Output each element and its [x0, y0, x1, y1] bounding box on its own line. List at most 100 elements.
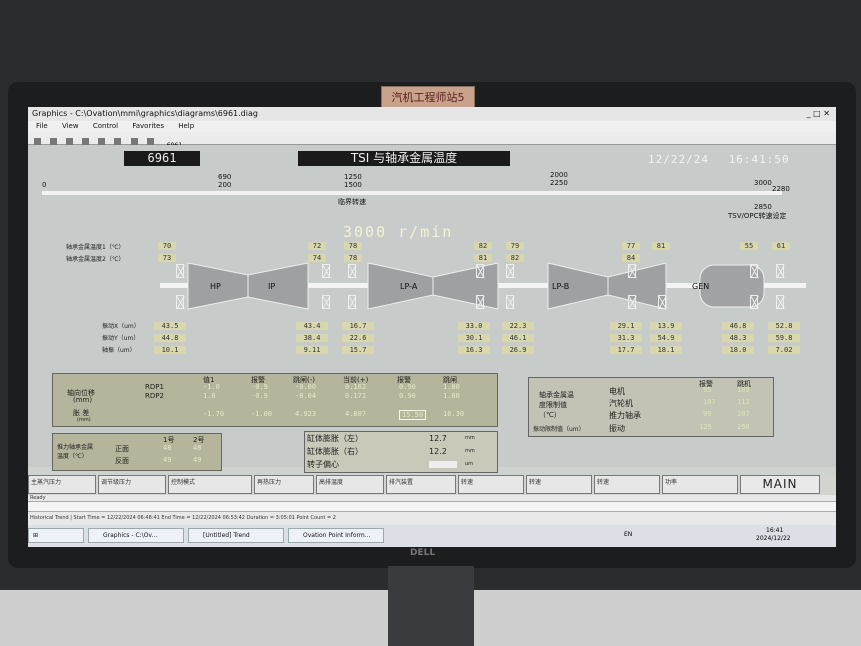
diff-v3: 4.923 — [295, 410, 317, 418]
menu-control[interactable]: Control — [93, 122, 118, 130]
turbine-lpa: LP-A — [400, 282, 418, 291]
menu-view[interactable]: View — [62, 122, 79, 130]
limits-title: 轴承金属温度限制值（℃） — [539, 391, 574, 419]
vib2-4: 30.1 — [458, 334, 490, 342]
nav-stage-pressure[interactable]: 调节级压力 — [98, 475, 166, 494]
bearing-5 — [506, 264, 514, 278]
nav-main-steam[interactable]: 主蒸汽压力 — [28, 475, 96, 494]
taskbar: ⊞ Graphics - C:\Ov... [Untitled] Trend O… — [28, 525, 836, 547]
vib3-2: 9.11 — [296, 346, 328, 354]
limit-turbine-2: 113 — [737, 398, 750, 406]
forward-icon[interactable] — [98, 138, 106, 145]
vib1-5: 22.3 — [502, 322, 534, 330]
open-icon[interactable] — [34, 138, 41, 145]
ip-cylinder — [247, 262, 309, 310]
clock-time: 16:41 — [766, 527, 784, 534]
rdp1-v5: 0.90 — [399, 383, 416, 391]
header-datetime: 12/22/24 16:41:50 — [648, 153, 790, 166]
vib1-8: 46.8 — [722, 322, 754, 330]
bearing-1b — [176, 295, 184, 309]
speed-mark-3b: 2250 — [550, 179, 568, 187]
trend-timeline[interactable] — [28, 501, 836, 512]
nav-speed-1[interactable]: 转速 — [458, 475, 524, 494]
diagram-title: TSI 与轴承金属温度 — [298, 151, 510, 166]
bearing-8 — [750, 264, 758, 278]
task-trend[interactable]: [Untitled] Trend — [188, 528, 284, 543]
thrust-back-2: 49 — [193, 456, 202, 464]
exp-left-label: 缸体膨胀（左） — [307, 434, 363, 443]
bearing-3 — [348, 264, 356, 278]
bearing-6b — [628, 295, 636, 309]
menu-file[interactable]: File — [36, 122, 48, 130]
toolbar: 6961 — [28, 132, 836, 149]
temp-1: 70 — [158, 242, 176, 250]
thrust-panel: 推力轴承金属温度（℃） 1号 2号 正面 48 48 反面 49 49 — [52, 433, 222, 471]
down-icon[interactable] — [130, 138, 138, 145]
exp-right-val: 12.2 — [429, 447, 447, 456]
screen: Graphics - C:\Ovation\mmi\graphics\diagr… — [28, 107, 836, 547]
vib1-2: 43.4 — [296, 322, 328, 330]
vib3-9: 7.02 — [768, 346, 800, 354]
bearing-9 — [776, 264, 784, 278]
diagram-id: 6961 — [124, 151, 200, 166]
diagram-canvas: 6961 TSI 与轴承金属温度 12/22/24 16:41:50 690 2… — [28, 145, 836, 473]
exp-right-unit: mm — [465, 448, 475, 454]
nav-exhaust-unit[interactable]: 排汽装置 — [386, 475, 456, 494]
speed-readout: 3000 r/min — [343, 223, 454, 241]
thrust-front: 正面 — [115, 445, 129, 453]
rdp1-v3: -0.00 — [295, 383, 317, 391]
bearing-7 — [658, 295, 666, 309]
task-graphics[interactable]: Graphics - C:\Ov... — [88, 528, 184, 543]
bearing-2b — [322, 295, 330, 309]
nav-power[interactable]: 功率 — [662, 475, 738, 494]
nav-speed-3[interactable]: 转速 — [594, 475, 660, 494]
nav-button-bar: 主蒸汽压力 调节级压力 控制模式 再热压力 高排温度 排汽装置 转速 转速 转速… — [28, 475, 836, 495]
nav-speed-2[interactable]: 转速 — [526, 475, 592, 494]
save-icon[interactable] — [50, 138, 58, 145]
header-time: 16:41:50 — [728, 153, 790, 166]
window-title: Graphics - C:\Ovation\mmi\graphics\diagr… — [32, 109, 258, 118]
close-icon[interactable] — [66, 138, 74, 145]
vib1-7: 13.9 — [650, 322, 682, 330]
bearing-8b — [750, 295, 758, 309]
menu-help[interactable]: Help — [178, 122, 194, 130]
rdp2-v6: 1.00 — [443, 392, 460, 400]
vib-limit-2: 250 — [737, 423, 750, 431]
exp-left-val: 12.7 — [429, 434, 447, 443]
temp-9: 61 — [772, 242, 790, 250]
vib2-6: 31.3 — [610, 334, 642, 342]
status-area: Ready Historical Trend | Start Time = 12… — [28, 495, 836, 525]
turbine-lpb: LP-B — [552, 282, 570, 291]
temp-5: 79 — [506, 242, 524, 250]
window-controls[interactable]: _ □ ✕ — [807, 107, 830, 121]
main-button[interactable]: MAIN — [740, 475, 820, 494]
rdp2-v3: -0.04 — [295, 392, 317, 400]
nav-reheat[interactable]: 再热压力 — [254, 475, 314, 494]
nav-control-mode[interactable]: 控制模式 — [168, 475, 252, 494]
limit-thrust: 推力轴承 — [609, 411, 641, 420]
vib2-5: 46.1 — [502, 334, 534, 342]
vib3-8: 18.0 — [722, 346, 754, 354]
menu-favorites[interactable]: Favorites — [132, 122, 164, 130]
axial-panel: 值1 报警 跳闸(-) 当前(+) 报警 跳闸 轴向位移 (mm) RDP1 -… — [52, 373, 498, 427]
print-icon[interactable] — [146, 138, 154, 145]
temp-6: 77 — [622, 242, 640, 250]
vib-x-label: 振动X（um） — [102, 323, 140, 330]
vib-limit-label: 振动 — [609, 424, 625, 433]
thrust-back-1: 49 — [163, 456, 172, 464]
rdp1-v2: -0.9 — [251, 383, 268, 391]
nav-exhaust-temp[interactable]: 高排温度 — [316, 475, 384, 494]
bearing-5b — [506, 295, 514, 309]
menubar: File View Control Favorites Help — [28, 121, 836, 132]
diff-v6: 16.30 — [443, 410, 465, 418]
vib2-8: 48.3 — [722, 334, 754, 342]
start-button[interactable]: ⊞ — [28, 528, 84, 543]
diff-unit: (mm) — [77, 417, 91, 423]
task-point-info[interactable]: Ovation Point Inform... — [288, 528, 384, 543]
axial-unit: (mm) — [73, 396, 93, 404]
limit-motor-1: 95 — [703, 386, 712, 394]
back-icon[interactable] — [82, 138, 90, 145]
language-indicator[interactable]: EN — [624, 531, 632, 538]
vib3-1: 10.1 — [154, 346, 186, 354]
up-icon[interactable] — [114, 138, 122, 145]
